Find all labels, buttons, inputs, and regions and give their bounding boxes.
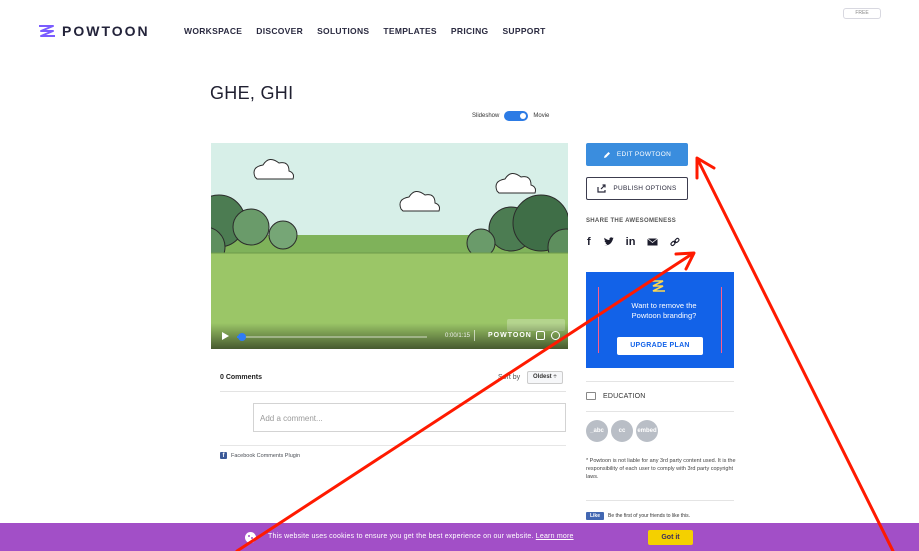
edit-powtoon-button[interactable]: EDIT POWTOON xyxy=(586,143,688,166)
video-brand[interactable]: POWTOON xyxy=(488,332,532,339)
video-player[interactable]: 0:00/1:15 POWTOON xyxy=(211,143,568,349)
fullscreen-icon[interactable] xyxy=(536,331,545,340)
twitter-share-icon[interactable] xyxy=(603,237,614,247)
video-scene xyxy=(211,143,568,349)
nav-item-discover[interactable]: DISCOVER xyxy=(256,26,303,36)
page-root: POWTOON WORKSPACE DISCOVER SOLUTIONS TEM… xyxy=(0,0,919,551)
settings-icon[interactable] xyxy=(551,331,560,340)
main-nav: WORKSPACE DISCOVER SOLUTIONS TEMPLATES P… xyxy=(184,26,546,36)
powtoon-bolt-icon xyxy=(651,280,665,292)
nav-item-workspace[interactable]: WORKSPACE xyxy=(184,26,242,36)
plan-badge[interactable]: FREE xyxy=(843,8,881,19)
nav-item-support[interactable]: SUPPORT xyxy=(502,26,545,36)
social-share-row: f in xyxy=(587,236,680,248)
video-time: 0:00/1:15 xyxy=(445,333,471,339)
nav-item-pricing[interactable]: PRICING xyxy=(451,26,489,36)
divider xyxy=(220,391,566,392)
publish-options-button[interactable]: PUBLISH OPTIONS xyxy=(586,177,688,200)
comments-header: 0 Comments Sort by Oldest ÷ xyxy=(220,371,566,387)
logo-mark-icon xyxy=(39,25,55,37)
cookie-icon xyxy=(245,532,256,543)
folder-label: EDUCATION xyxy=(603,392,646,400)
nav-item-solutions[interactable]: SOLUTIONS xyxy=(317,26,369,36)
comments-count: 0 Comments xyxy=(220,374,263,381)
tag-chip[interactable]: cc xyxy=(611,420,633,442)
cookie-consent-bar: This website uses cookies to ensure you … xyxy=(0,523,919,551)
cookie-text: This website uses cookies to ensure you … xyxy=(268,533,534,540)
facebook-plugin-label: Facebook Comments Plugin xyxy=(231,452,301,459)
linkedin-share-icon[interactable]: in xyxy=(626,236,636,248)
share-heading: SHARE THE AWESOMENESS xyxy=(586,218,677,224)
facebook-icon: f xyxy=(220,452,227,459)
controls-separator xyxy=(474,330,475,341)
tag-list: _abc cc embed xyxy=(586,420,658,442)
folder-icon xyxy=(586,392,596,400)
facebook-like-text: Be the first of your friends to like thi… xyxy=(608,513,690,519)
comment-input[interactable]: Add a comment... xyxy=(253,403,566,432)
page-title: GHE, GHI xyxy=(210,83,294,103)
facebook-plugin-link[interactable]: f Facebook Comments Plugin xyxy=(220,452,300,459)
sort-select[interactable]: Oldest ÷ xyxy=(527,371,563,384)
progress-bar[interactable] xyxy=(237,333,427,341)
toggle-label-movie[interactable]: Movie xyxy=(533,113,549,119)
facebook-like-button[interactable]: Like xyxy=(586,512,604,520)
divider xyxy=(586,411,734,412)
video-controls: 0:00/1:15 POWTOON xyxy=(211,323,568,349)
divider xyxy=(586,500,734,501)
cookie-message: This website uses cookies to ensure you … xyxy=(268,533,574,540)
view-mode-toggle[interactable] xyxy=(504,111,529,121)
divider xyxy=(220,445,566,446)
publish-options-label: PUBLISH OPTIONS xyxy=(613,185,677,192)
email-share-icon[interactable] xyxy=(647,238,659,246)
facebook-like-row: Like Be the first of your friends to lik… xyxy=(586,512,690,520)
logo-text: POWTOON xyxy=(62,23,150,39)
toggle-label-slideshow[interactable]: Slideshow xyxy=(472,113,499,119)
divider xyxy=(586,381,734,382)
link-share-icon[interactable] xyxy=(670,237,680,247)
upgrade-promo-banner: Want to remove the Powtoon branding? UPG… xyxy=(586,272,734,368)
copyright-disclaimer: * Powtoon is not liable for any 3rd part… xyxy=(586,458,736,480)
folder-row[interactable]: EDUCATION xyxy=(586,392,646,400)
share-box-icon xyxy=(597,184,606,193)
view-toggle-row: Slideshow Movie xyxy=(472,111,549,121)
progress-knob[interactable] xyxy=(237,333,246,341)
tag-chip[interactable]: _abc xyxy=(586,420,608,442)
facebook-share-icon[interactable]: f xyxy=(587,236,591,248)
nav-item-templates[interactable]: TEMPLATES xyxy=(383,26,437,36)
powtoon-logo[interactable]: POWTOON xyxy=(38,23,150,39)
tag-chip[interactable]: embed xyxy=(636,420,658,442)
got-it-button[interactable]: Got it xyxy=(648,530,693,545)
pencil-icon xyxy=(603,151,610,158)
upgrade-plan-button[interactable]: UPGRADE PLAN xyxy=(617,337,703,355)
learn-more-link[interactable]: Learn more xyxy=(536,533,574,540)
sort-label: Sort by xyxy=(498,374,521,381)
play-icon[interactable] xyxy=(222,332,229,340)
edit-powtoon-label: EDIT POWTOON xyxy=(616,151,672,158)
promo-text: Want to remove the Powtoon branding? xyxy=(631,301,697,320)
